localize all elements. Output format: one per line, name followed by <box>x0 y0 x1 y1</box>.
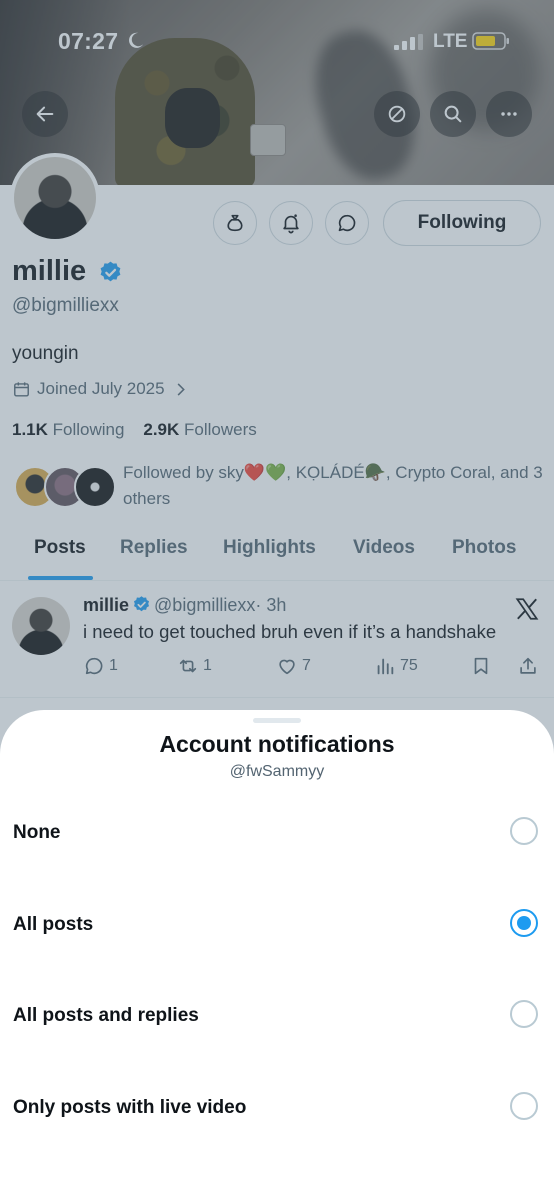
option-label: None <box>13 822 61 843</box>
radio-button-selected[interactable] <box>510 909 538 937</box>
option-label: Only posts with live video <box>13 1097 247 1118</box>
option-live-video[interactable]: Only posts with live video <box>0 1082 554 1142</box>
option-none[interactable]: None <box>0 807 554 867</box>
sheet-grabber[interactable] <box>253 718 301 723</box>
sheet-title: Account notifications <box>159 731 395 757</box>
sheet-subtitle: @fwSammyy <box>229 763 325 780</box>
radio-button[interactable] <box>510 817 538 845</box>
radio-button[interactable] <box>510 1000 538 1028</box>
option-all-posts[interactable]: All posts <box>0 899 554 959</box>
radio-button[interactable] <box>510 1092 538 1120</box>
option-label: All posts and replies <box>13 1005 199 1026</box>
account-notifications-sheet: Account notifications @fwSammyy None All… <box>0 710 554 1200</box>
option-label: All posts <box>13 914 94 935</box>
option-all-posts-and-replies[interactable]: All posts and replies <box>0 990 554 1050</box>
